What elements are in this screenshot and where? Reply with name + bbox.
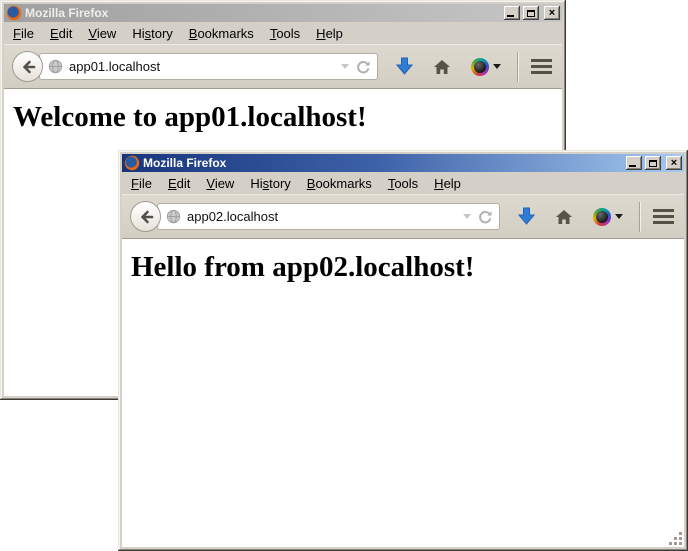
url-text[interactable]: app02.localhost (187, 209, 457, 224)
navigation-toolbar: app01.localhost (4, 44, 562, 89)
window-title: Mozilla Firefox (25, 5, 501, 21)
menu-item-history[interactable]: History (125, 23, 179, 44)
home-button[interactable] (555, 209, 573, 225)
hamburger-icon (653, 209, 674, 224)
menu-bar: File Edit View History Bookmarks Tools H… (4, 22, 562, 44)
menu-item-history[interactable]: History (243, 173, 297, 194)
maximize-button[interactable] (645, 156, 661, 170)
hamburger-icon (531, 59, 552, 74)
back-button[interactable] (12, 51, 43, 82)
home-button[interactable] (433, 59, 451, 75)
menu-item-help[interactable]: Help (309, 23, 350, 44)
download-arrow-icon (518, 207, 535, 226)
maximize-icon (649, 160, 657, 167)
menu-item-bookmarks[interactable]: Bookmarks (182, 23, 261, 44)
toolbar-separator (639, 202, 641, 232)
menu-item-help[interactable]: Help (427, 173, 468, 194)
download-arrow-icon (396, 57, 413, 76)
minimize-button[interactable] (504, 6, 520, 20)
menu-item-file[interactable]: File (6, 23, 41, 44)
close-button[interactable]: × (666, 156, 682, 170)
maximize-icon (527, 10, 535, 17)
titlebar[interactable]: Mozilla Firefox × (122, 154, 684, 172)
back-button[interactable] (130, 201, 161, 232)
home-icon (433, 59, 451, 75)
site-globe-icon (48, 59, 63, 74)
menu-item-view[interactable]: View (199, 173, 241, 194)
caret-down-icon (615, 214, 623, 219)
urlbar-dropdown-icon[interactable] (463, 214, 471, 219)
app-menu-button[interactable] (531, 59, 552, 74)
page-heading: Welcome to app01.localhost! (13, 101, 562, 134)
addon-color-wheel-icon (471, 58, 489, 76)
firefox-logo-icon (124, 155, 140, 171)
window-title: Mozilla Firefox (143, 155, 623, 171)
back-arrow-icon (137, 208, 155, 226)
menu-item-bookmarks[interactable]: Bookmarks (300, 173, 379, 194)
caret-down-icon (493, 64, 501, 69)
browser-window-app02[interactable]: Mozilla Firefox × File Edit View History… (118, 150, 688, 551)
download-button[interactable] (396, 57, 413, 76)
minimize-button[interactable] (626, 156, 642, 170)
app-menu-button[interactable] (653, 209, 674, 224)
site-globe-icon (166, 209, 181, 224)
reload-icon[interactable] (355, 59, 371, 75)
download-button[interactable] (518, 207, 535, 226)
close-button[interactable]: × (544, 6, 560, 20)
resize-grip[interactable] (669, 532, 682, 545)
addon-button[interactable] (593, 208, 623, 226)
reload-icon[interactable] (477, 209, 493, 225)
addon-button[interactable] (471, 58, 501, 76)
menu-bar: File Edit View History Bookmarks Tools H… (122, 172, 684, 194)
firefox-logo-icon (6, 5, 22, 21)
menu-item-file[interactable]: File (124, 173, 159, 194)
url-text[interactable]: app01.localhost (69, 59, 335, 74)
minimize-icon (629, 165, 636, 167)
back-arrow-icon (19, 58, 37, 76)
menu-item-edit[interactable]: Edit (43, 23, 79, 44)
addon-color-wheel-icon (593, 208, 611, 226)
navigation-toolbar: app02.localhost (122, 194, 684, 239)
url-bar[interactable]: app02.localhost (157, 203, 500, 230)
menu-item-tools[interactable]: Tools (381, 173, 425, 194)
url-bar[interactable]: app01.localhost (39, 53, 378, 80)
maximize-button[interactable] (523, 6, 539, 20)
urlbar-dropdown-icon[interactable] (341, 64, 349, 69)
page-content: Hello from app02.localhost! (122, 239, 684, 547)
page-heading: Hello from app02.localhost! (131, 251, 684, 284)
toolbar-separator (517, 52, 519, 82)
minimize-icon (507, 15, 514, 17)
titlebar[interactable]: Mozilla Firefox × (4, 4, 562, 22)
home-icon (555, 209, 573, 225)
menu-item-view[interactable]: View (81, 23, 123, 44)
menu-item-edit[interactable]: Edit (161, 173, 197, 194)
menu-item-tools[interactable]: Tools (263, 23, 307, 44)
